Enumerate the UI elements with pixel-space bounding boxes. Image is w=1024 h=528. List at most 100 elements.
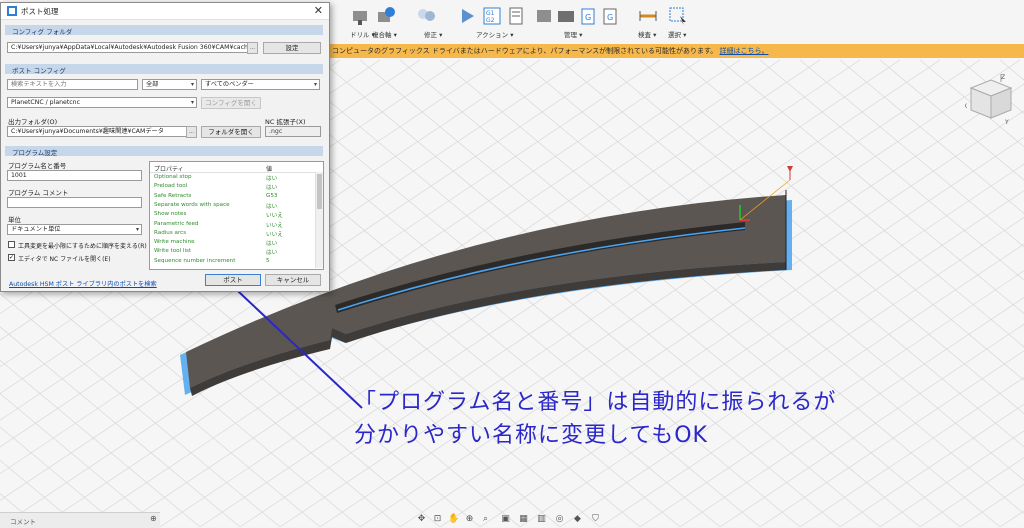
property-name: Separate words with space — [154, 201, 230, 208]
toolbar-label-modify: 修正 ▾ — [424, 31, 443, 39]
look-at-icon[interactable]: ⊡ — [432, 514, 443, 525]
property-row[interactable]: Write machine はい — [150, 239, 315, 247]
output-folder-browse-button[interactable]: … — [186, 126, 197, 138]
svg-text:G: G — [585, 13, 591, 22]
measure-icon — [639, 11, 657, 21]
zoom-icon[interactable]: ⊕ — [464, 514, 475, 525]
property-row[interactable]: Sequence number increment 5 — [150, 258, 315, 266]
property-value: はい — [266, 250, 278, 257]
output-folder-label: 出力フォルダ(O) — [8, 118, 58, 126]
comment-panel[interactable]: コメント ⊕ — [0, 512, 160, 528]
value-column-header: 値 — [266, 166, 273, 173]
program-name-label: プログラム名と番号 — [8, 162, 67, 170]
view-cube[interactable]: Z X Y — [965, 72, 1017, 126]
property-row[interactable]: Show notes いいえ — [150, 211, 315, 219]
toolbar-label-select: 選択 ▾ — [668, 31, 687, 39]
property-value: 5 — [266, 257, 270, 264]
program-name-field[interactable]: 1001 — [7, 170, 142, 181]
config-folder-browse-button[interactable]: … — [247, 42, 258, 54]
dialog-title-bar[interactable]: ポスト処理 ✕ — [1, 3, 329, 20]
property-name: Write tool list — [154, 248, 192, 255]
toolbar-group-manage[interactable]: G G 管理 ▾ — [534, 6, 624, 42]
config-folder-field[interactable]: C:¥Users¥junya¥AppData¥Local¥Autodesk¥Au… — [7, 42, 257, 53]
property-value: G53 — [266, 192, 278, 199]
post-config-select[interactable]: PlanetCNC / planetcnc ▾ — [7, 97, 197, 108]
properties-header: プロパティ 値 — [150, 162, 323, 173]
filter-icon[interactable]: ⛉ — [590, 514, 601, 525]
svg-text:G2: G2 — [486, 17, 495, 24]
config-settings-button[interactable]: 設定 — [263, 42, 321, 54]
chevron-down-icon: ▾ — [135, 226, 139, 233]
property-row[interactable]: Parametric feed いいえ — [150, 221, 315, 229]
viewports-icon[interactable]: ▥ — [536, 514, 547, 525]
svg-text:G: G — [607, 13, 613, 22]
close-icon[interactable]: ✕ — [314, 4, 323, 17]
property-name: Parametric feed — [154, 220, 199, 227]
toolbar-group-select[interactable]: 選択 ▾ — [664, 6, 694, 42]
property-row[interactable]: Separate words with space はい — [150, 202, 315, 210]
cancel-button[interactable]: キャンセル — [265, 274, 321, 286]
canvas-viewport[interactable]: ドリル ▾ 複合軸 ▾ 修正 ▾ G1 G2 アクション ▾ G G 管理 ▾ 検… — [0, 0, 1024, 528]
toolbar-label-multi-axis: 複合軸 ▾ — [372, 31, 397, 39]
scrollbar-thumb[interactable] — [317, 174, 322, 209]
toolbar-group-inspect[interactable]: 検査 ▾ — [632, 6, 662, 42]
display-settings-icon[interactable]: ▣ — [500, 514, 511, 525]
chevron-down-icon: ▾ — [313, 81, 317, 88]
property-name: Write machine — [154, 239, 195, 246]
property-row[interactable]: Write tool list はい — [150, 248, 315, 256]
unit-select[interactable]: ドキュメント単位 ▾ — [7, 224, 142, 235]
post-library-link[interactable]: Autodesk HSM ポスト ライブラリ内のポストを検索 — [9, 279, 157, 288]
property-name: Preload tool — [154, 183, 188, 190]
output-folder-field[interactable]: C:¥Users¥junya¥Documents¥趣味関連¥CAMデータ — [7, 126, 192, 137]
toolbar-group-modify[interactable]: 修正 ▾ — [414, 6, 454, 42]
vendor-select[interactable]: すべてのベンダー ▾ — [201, 79, 320, 90]
grid-settings-icon[interactable]: ▦ — [518, 514, 529, 525]
g1-g2-icon: G1G2 — [483, 7, 501, 25]
property-row[interactable]: Optional stop はい — [150, 174, 315, 182]
program-comment-field[interactable] — [7, 197, 142, 208]
post-button[interactable]: ポスト — [205, 274, 261, 286]
toolbar-label-inspect: 検査 ▾ — [638, 31, 657, 39]
post-process-dialog: ポスト処理 ✕ コンフィグ フォルダ C:¥Users¥junya¥AppDat… — [0, 2, 330, 292]
nc-extension-field[interactable]: .ngc — [265, 126, 321, 137]
property-row[interactable]: Preload tool はい — [150, 183, 315, 191]
toolbar-group-multi-axis[interactable]: 複合軸 ▾ — [372, 6, 406, 42]
open-folder-button[interactable]: フォルダを開く — [201, 126, 261, 138]
property-row[interactable]: Safe Retracts G53 — [150, 193, 315, 201]
pan-icon[interactable]: ✋ — [448, 514, 459, 525]
environment-icon[interactable]: ◆ — [572, 514, 583, 525]
drill-icon — [353, 11, 367, 25]
program-comment-label: プログラム コメント — [8, 189, 69, 197]
add-comment-icon[interactable]: ⊕ — [150, 514, 157, 523]
property-name: Optional stop — [154, 174, 192, 180]
effects-icon[interactable]: ◎ — [554, 514, 565, 525]
modify-icon — [418, 9, 435, 21]
property-name: Radius arcs — [154, 229, 187, 236]
search-input[interactable] — [7, 79, 138, 90]
properties-scrollbar[interactable] — [315, 172, 323, 268]
filter-select[interactable]: 全部 ▾ — [142, 79, 197, 90]
template-icon: G — [603, 8, 617, 25]
dialog-app-icon — [7, 6, 17, 16]
open-config-button[interactable]: コンフィグを開く — [201, 97, 261, 109]
properties-table[interactable]: プロパティ 値 Optional stop はい Preload tool はい Saf… — [149, 161, 324, 270]
warning-details-link[interactable]: 詳細はこちら。 — [720, 47, 769, 55]
toolbar-group-actions[interactable]: G1 G2 アクション ▾ — [458, 6, 528, 42]
property-value: はい — [266, 176, 278, 182]
vendor-value: すべてのベンダー — [205, 81, 254, 88]
open-editor-checkbox[interactable]: ✓ — [8, 254, 15, 261]
reorder-label: 工具変更を最小限にするために順序を変える(R) — [18, 243, 147, 250]
property-value: はい — [266, 203, 278, 210]
orbit-icon[interactable]: ✥ — [416, 514, 427, 525]
select-icon — [669, 7, 686, 25]
post-config-value: PlanetCNC / planetcnc — [11, 99, 81, 106]
property-row[interactable]: Radius arcs いいえ — [150, 230, 315, 238]
property-name: Safe Retracts — [154, 192, 192, 199]
fit-icon[interactable]: ⌕ — [480, 514, 491, 525]
filter-value: 全部 — [146, 81, 159, 88]
toolbar-label-manage: 管理 ▾ — [564, 31, 583, 39]
svg-text:X: X — [965, 103, 967, 110]
tool-library-icon — [537, 10, 551, 22]
section-config-folder: コンフィグ フォルダ — [5, 25, 323, 36]
reorder-checkbox[interactable] — [8, 241, 15, 248]
